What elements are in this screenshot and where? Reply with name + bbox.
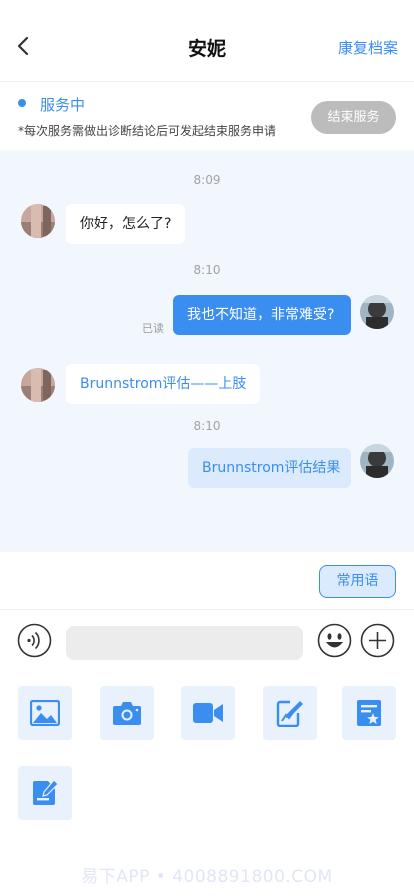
read-receipt: 已读 [142, 322, 164, 335]
note-button[interactable] [18, 766, 72, 820]
favorite-form-button[interactable] [342, 686, 396, 740]
camera-button[interactable] [100, 686, 154, 740]
message-timestamp: 8:10 [193, 419, 221, 433]
status-label: 服务中 [40, 96, 86, 114]
assessment-link-message[interactable]: Brunnstrom评估——上肢 [66, 364, 261, 404]
doctor-avatar[interactable] [360, 295, 394, 329]
end-service-button[interactable]: 结束服务 [311, 101, 396, 134]
outgoing-message: 我也不知道，非常难受? [173, 295, 351, 335]
watermark-text: 易下APP • 4008891800.COM [81, 867, 333, 887]
status-note: *每次服务需做出诊断结论后可发起结束服务申请 [18, 124, 277, 138]
nav-header: 安妮 康复档案 [0, 0, 414, 82]
video-button[interactable] [181, 686, 235, 740]
edit-form-icon [276, 700, 303, 727]
assessment-result-message[interactable]: Brunnstrom评估结果 [188, 448, 351, 488]
image-icon [30, 700, 60, 726]
incoming-message: 你好，怎么了? [66, 204, 186, 244]
plus-icon[interactable] [360, 623, 395, 658]
message-input[interactable] [66, 626, 303, 660]
status-dot [18, 99, 26, 107]
edit-form-button[interactable] [263, 686, 317, 740]
emoji-icon[interactable] [317, 623, 352, 658]
rehab-archive-link[interactable]: 康复档案 [338, 37, 398, 58]
common-phrases-button[interactable]: 常用语 [319, 565, 396, 598]
image-button[interactable] [18, 686, 72, 740]
camera-icon [113, 702, 141, 725]
note-icon [33, 779, 59, 805]
voice-icon[interactable] [17, 623, 52, 658]
chat-area[interactable] [0, 150, 414, 552]
favorite-form-icon [357, 700, 381, 726]
message-timestamp: 8:10 [193, 263, 221, 277]
video-icon [193, 703, 223, 723]
message-timestamp: 8:09 [193, 173, 221, 187]
doctor-avatar[interactable] [360, 444, 394, 478]
patient-avatar[interactable] [21, 204, 55, 238]
patient-avatar[interactable] [21, 368, 55, 402]
